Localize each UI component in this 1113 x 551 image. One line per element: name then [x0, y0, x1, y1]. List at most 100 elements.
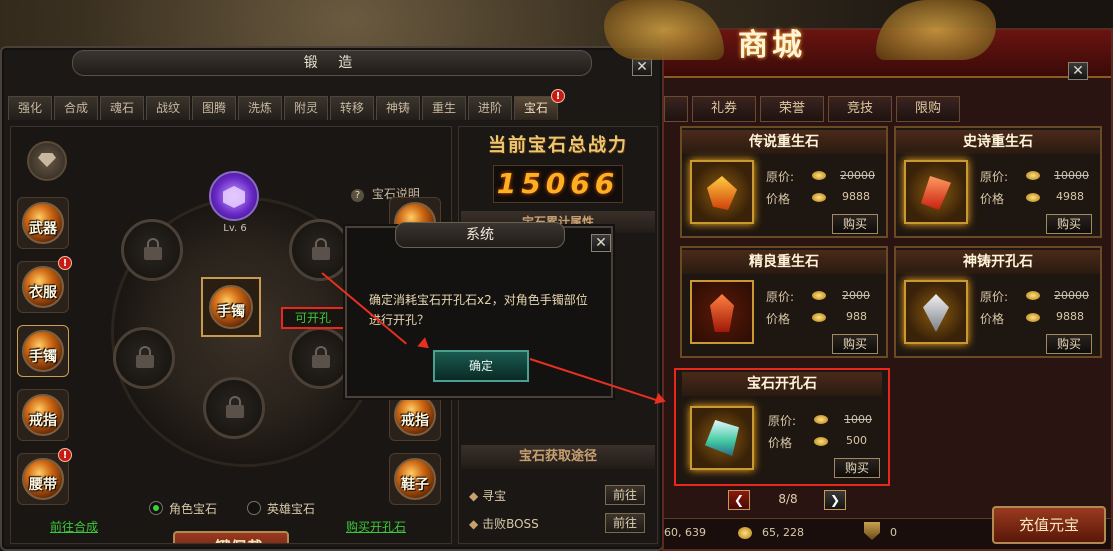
orig-label: 原价: — [766, 290, 795, 304]
item-name: 精良重生石 — [682, 250, 886, 274]
balance-gold: 60, 639 — [664, 526, 706, 539]
page-indicator: 8/8 — [778, 492, 798, 506]
balance-honor: 0 — [890, 526, 897, 539]
price: 9888 — [1056, 310, 1084, 323]
forge-tabs: 强化 合成 魂石 战纹 图腾 洗炼 附灵 转移 神铸 重生 进阶 宝石 ! — [8, 89, 660, 120]
dialog-confirm-button[interactable]: 确定 — [433, 350, 529, 382]
coin-icon — [738, 527, 752, 539]
openable-gem-slot[interactable] — [289, 219, 351, 281]
question-icon: ? — [351, 189, 364, 202]
tab-divine-forge[interactable]: 神铸 — [376, 96, 420, 120]
price: 500 — [846, 434, 867, 447]
orig-label: 原价: — [980, 290, 1009, 304]
tab-advance[interactable]: 进阶 — [468, 96, 512, 120]
equip-slot-clothes[interactable]: 衣服 ! — [17, 256, 72, 313]
gold-ingot-icon — [812, 313, 826, 322]
price-label: 价格 — [980, 312, 1005, 326]
tab-soulstone[interactable]: 魂石 — [100, 96, 144, 120]
power-title: 当前宝石总战力 — [488, 135, 628, 156]
rebirth-stone-icon[interactable] — [690, 160, 754, 224]
goto-treasure-button[interactable]: 前往 — [605, 485, 645, 505]
equip-slot-bracelet[interactable]: 手镯 — [17, 325, 69, 377]
shoes-orb-icon: 鞋子 — [394, 458, 436, 500]
buy-button[interactable]: 购买 — [832, 214, 878, 234]
shop-tab-voucher[interactable]: 礼券 — [692, 96, 756, 122]
goto-boss-button[interactable]: 前往 — [605, 513, 645, 533]
locked-gem-slot[interactable] — [289, 327, 351, 389]
tab-transfer[interactable]: 转移 — [330, 96, 374, 120]
tab-gem[interactable]: 宝石 ! — [514, 89, 565, 120]
item-name: 宝石开孔石 — [682, 372, 882, 396]
buy-hole-stone-link[interactable]: 购买开孔石 — [346, 518, 406, 535]
buy-button[interactable]: 购买 — [832, 334, 878, 354]
can-open-hole-label[interactable]: 可开孔 — [281, 307, 345, 329]
tab-enchant[interactable]: 附灵 — [284, 96, 328, 120]
shop-tab-honor[interactable]: 荣誉 — [760, 96, 824, 122]
equip-slot-shoes[interactable]: 鞋子 — [389, 453, 441, 505]
diamond-icon[interactable] — [27, 141, 67, 181]
locked-gem-slot[interactable] — [121, 219, 183, 281]
shop-window: ✕ 礼券 荣誉 竞技 限购 传说重生石 原价: 20000 价格 9888 购买… — [662, 28, 1113, 551]
shoes-label: 鞋子 — [401, 477, 429, 493]
equip-slot-weapon[interactable]: 武器 — [17, 197, 69, 249]
price-label: 价格 — [766, 312, 791, 326]
item-name: 史诗重生石 — [896, 130, 1100, 154]
gold-ingot-icon — [812, 171, 826, 180]
lock-icon — [136, 346, 154, 368]
shop-item-card: 史诗重生石 原价: 10000 价格 4988 购买 — [894, 126, 1102, 238]
ring-right-orb-icon: 戒指 — [394, 394, 436, 436]
chevron-right-icon: ❯ — [829, 493, 841, 507]
orig-label: 原价: — [768, 414, 797, 428]
center-equip-slot[interactable]: 手镯 — [201, 277, 261, 337]
close-icon: ✕ — [595, 235, 607, 251]
orig-price: 20000 — [840, 169, 875, 182]
gold-ingot-icon — [814, 415, 828, 424]
tab-synthesize[interactable]: 合成 — [54, 96, 98, 120]
rebirth-stone-icon[interactable] — [904, 160, 968, 224]
price-label: 价格 — [766, 192, 791, 206]
source-row-boss: ◆ 击败BOSS — [469, 515, 539, 532]
lock-icon — [312, 346, 330, 368]
dialog-title: 系统 — [395, 222, 565, 248]
shop-tab-partial[interactable] — [664, 96, 688, 122]
tab-battle-pattern[interactable]: 战纹 — [146, 96, 190, 120]
gem-hole-stone-icon[interactable] — [690, 406, 754, 470]
tab-refine[interactable]: 洗炼 — [238, 96, 282, 120]
goto-synth-link[interactable]: 前往合成 — [50, 518, 98, 535]
lock-icon — [226, 396, 244, 418]
buy-button[interactable]: 购买 — [834, 458, 880, 478]
locked-gem-slot[interactable] — [203, 377, 265, 439]
bracelet-orb-icon: 手镯 — [22, 330, 64, 372]
shop-close-button[interactable]: ✕ — [1068, 62, 1088, 80]
shop-item-card-highlighted: 宝石开孔石 原价: 1000 价格 500 购买 — [674, 368, 890, 486]
gold-ingot-icon — [1026, 171, 1040, 180]
source-title: 宝石获取途径 — [461, 445, 655, 469]
shop-tab-arena[interactable]: 竞技 — [828, 96, 892, 122]
buy-button[interactable]: 购买 — [1046, 334, 1092, 354]
tab-rebirth[interactable]: 重生 — [422, 96, 466, 120]
equip-slot-ring[interactable]: 戒指 — [17, 389, 69, 441]
purple-gem-icon[interactable] — [209, 171, 259, 221]
item-name: 神铸开孔石 — [896, 250, 1100, 274]
equip-slot-belt[interactable]: 腰带 ! — [17, 448, 72, 505]
tab-totem[interactable]: 图腾 — [192, 96, 236, 120]
alert-badge-icon: ! — [58, 448, 72, 462]
next-page-button[interactable]: ❯ — [824, 490, 846, 510]
locked-gem-slot[interactable] — [113, 327, 175, 389]
forge-close-button[interactable]: ✕ — [632, 58, 652, 76]
weapon-label: 武器 — [29, 221, 57, 237]
prev-page-button[interactable]: ❮ — [728, 490, 750, 510]
source-label: 击败BOSS — [482, 517, 539, 531]
dialog-close-button[interactable]: ✕ — [591, 234, 611, 252]
equip-all-button[interactable]: 一键佩戴 — [173, 531, 289, 543]
tab-strengthen[interactable]: 强化 — [8, 96, 52, 120]
item-name: 传说重生石 — [682, 130, 886, 154]
ring-orb-icon: 戒指 — [22, 394, 64, 436]
orig-label: 原价: — [980, 170, 1009, 184]
hole-stone-icon[interactable] — [904, 280, 968, 344]
shop-tab-limited[interactable]: 限购 — [896, 96, 960, 122]
recharge-button[interactable]: 充值元宝 — [992, 506, 1106, 544]
buy-button[interactable]: 购买 — [1046, 214, 1092, 234]
rebirth-stone-icon[interactable] — [690, 280, 754, 344]
clothes-orb-icon: 衣服 — [22, 266, 64, 308]
